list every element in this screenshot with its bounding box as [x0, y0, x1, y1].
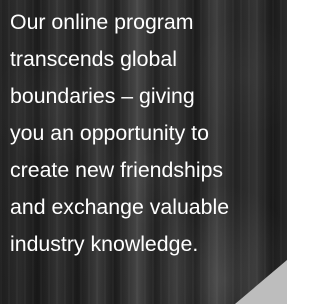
hero-copy-line-7: industry knowledge.	[10, 232, 199, 256]
corner-accent-shape	[235, 260, 287, 304]
hero-copy-line-2: transcends global	[10, 47, 177, 71]
hero-copy-line-3: boundaries – giving	[10, 84, 195, 108]
hero-copy: Our online program transcends global bou…	[10, 4, 284, 263]
hero-copy-line-1: Our online program	[10, 10, 194, 34]
hero-panel: Our online program transcends global bou…	[0, 0, 287, 304]
hero-copy-line-4: you an opportunity to	[10, 121, 209, 145]
corner-accent-fill	[235, 260, 287, 304]
hero-copy-line-6: and exchange valuable	[10, 195, 230, 219]
hero-copy-line-5: create new friendships	[10, 158, 224, 182]
